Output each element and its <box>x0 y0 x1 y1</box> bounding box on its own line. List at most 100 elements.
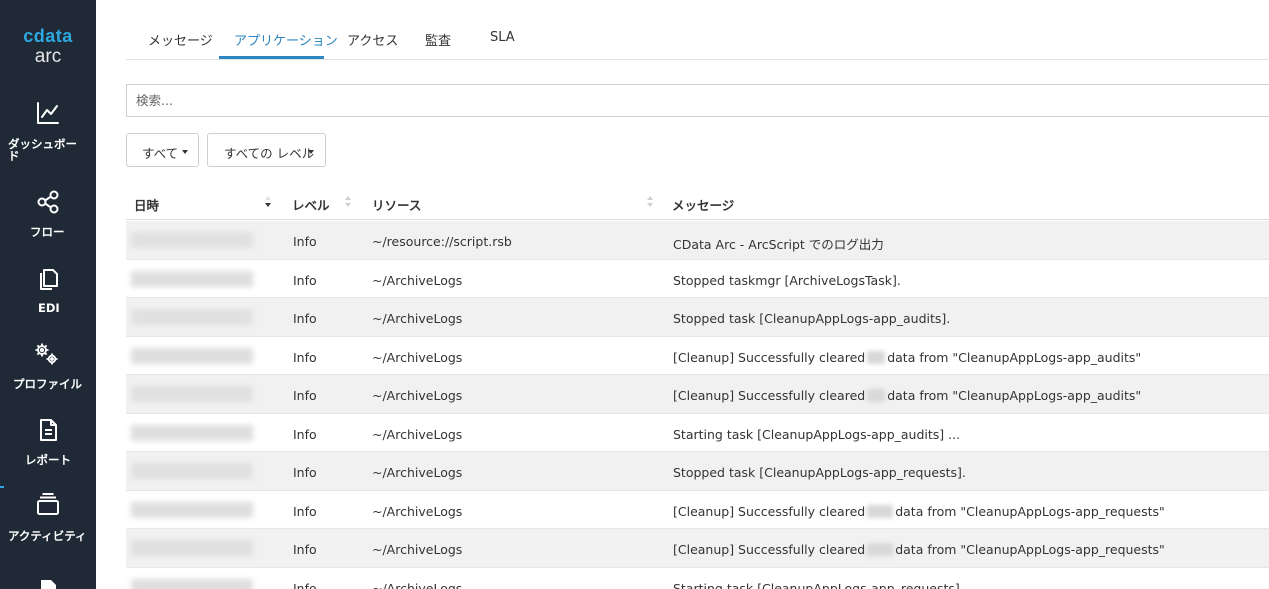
message-cell: [Cleanup] Successfully cleared data from … <box>673 350 1141 365</box>
message-cell: [Cleanup] Successfully cleared data from … <box>673 388 1141 403</box>
level-cell: Info <box>293 234 317 249</box>
sidebar-item-activity[interactable]: アクティビティ <box>0 488 96 564</box>
datetime-cell-redacted <box>131 386 253 402</box>
datetime-cell-redacted <box>131 540 253 556</box>
table-row[interactable]: Info ~/ArchiveLogs Starting task [CleanupA… <box>126 568 1269 589</box>
resource-cell: ~/ArchiveLogs <box>372 580 463 589</box>
sidebar-item-profile[interactable]: プロファイル <box>0 338 96 398</box>
level-cell: Info <box>293 426 317 442</box>
redacted-value <box>867 543 894 556</box>
table-row[interactable]: Info ~/resource://script.rsb CData Arc - A… <box>126 221 1269 260</box>
level-cell: Info <box>293 542 317 557</box>
resource-cell: ~/ArchiveLogs <box>372 388 463 403</box>
table-row[interactable]: Info ~/ArchiveLogs Stopped taskmgr [Archiv… <box>126 260 1269 298</box>
message-cell: Stopped taskmgr [ArchiveLogsTask]. <box>673 272 901 288</box>
active-tab-underline <box>219 56 324 59</box>
message-text-pre: [Cleanup] Successfully cleared <box>673 542 866 557</box>
gears-icon <box>33 341 59 367</box>
tab-bar: メッセージ アプリケーション アクセス 監査 SLA <box>126 0 1269 60</box>
sort-icon[interactable] <box>344 196 352 210</box>
file-text-icon <box>35 417 61 443</box>
message-cell: [Cleanup] Successfully cleared data from … <box>673 504 1165 519</box>
datetime-cell-redacted <box>131 578 253 589</box>
caret-down-icon <box>182 150 188 154</box>
table-row[interactable]: Info ~/ArchiveLogs [Cleanup] Successfully … <box>126 491 1269 529</box>
tab-messages[interactable]: メッセージ <box>148 30 213 49</box>
datetime-cell-redacted <box>131 424 253 441</box>
message-cell: Starting task [CleanupAppLogs-app_audits… <box>673 426 961 442</box>
sort-icon[interactable] <box>646 196 654 210</box>
datetime-cell-redacted <box>131 232 253 248</box>
message-text-pre: [Cleanup] Successfully cleared <box>673 349 866 365</box>
message-text-pre: [Cleanup] Successfully cleared <box>673 388 866 403</box>
sidebar-item-more[interactable] <box>0 578 96 589</box>
sidebar-item-label: フロー <box>30 225 65 239</box>
datetime-cell-redacted <box>131 347 253 364</box>
tab-application[interactable]: アプリケーション <box>234 30 338 49</box>
sidebar-item-flow[interactable]: フロー <box>0 186 96 246</box>
sidebar-item-label: ダッシュボード <box>8 137 77 163</box>
datetime-cell-redacted <box>131 270 253 287</box>
message-cell: Stopped task [CleanupAppLogs-app_audits]… <box>673 311 951 326</box>
brand-logo-text: cdata <box>23 26 73 46</box>
layers-stack-icon <box>35 491 61 517</box>
sort-desc-icon[interactable] <box>264 196 272 210</box>
sidebar-item-report[interactable]: レポート <box>0 414 96 474</box>
resource-cell: ~/ArchiveLogs <box>372 311 463 326</box>
level-filter-dropdown[interactable]: すべての レベル <box>207 133 326 167</box>
message-text-post: data from "CleanupAppLogs-app_audits" <box>887 388 1142 403</box>
column-header-datetime[interactable]: 日時 <box>134 195 159 214</box>
table-row[interactable]: Info ~/ArchiveLogs Starting task [CleanupA… <box>126 414 1269 452</box>
datetime-cell-redacted <box>131 309 253 325</box>
table-header: 日時 レベル リソース メッセージ <box>126 184 1269 220</box>
level-cell: Info <box>293 465 317 480</box>
share-nodes-icon <box>35 189 61 215</box>
datetime-cell-redacted <box>131 501 253 518</box>
message-text-pre: [Cleanup] Successfully cleared <box>673 503 866 519</box>
copy-documents-icon <box>35 265 61 291</box>
level-filter-label: すべての レベル <box>224 146 315 161</box>
sidebar-item-edi[interactable]: EDI <box>0 262 96 322</box>
resource-cell: ~/ArchiveLogs <box>372 426 463 442</box>
resource-cell: ~/resource://script.rsb <box>372 234 512 249</box>
app-logo[interactable]: cdata arc <box>0 26 96 67</box>
type-filter-label: すべて <box>142 146 179 161</box>
search-input[interactable] <box>126 84 1269 117</box>
sidebar-item-label: EDI <box>38 301 60 315</box>
sidebar: cdata arc ダッシュボード フロー EDI プロファイル レポート アク… <box>0 0 96 589</box>
tab-audit[interactable]: 監査 <box>425 30 451 49</box>
table-row[interactable]: Info ~/ArchiveLogs [Cleanup] Successfully … <box>126 337 1269 375</box>
redacted-value <box>867 389 886 402</box>
message-cell: Stopped task [CleanupAppLogs-app_request… <box>673 465 966 480</box>
message-text-post: data from "CleanupAppLogs-app_requests" <box>895 503 1165 519</box>
resource-cell: ~/ArchiveLogs <box>372 503 463 519</box>
datetime-cell-redacted <box>131 463 253 479</box>
table-row[interactable]: Info ~/ArchiveLogs Stopped task [CleanupAp… <box>126 298 1269 337</box>
type-filter-dropdown[interactable]: すべて <box>126 133 199 167</box>
level-cell: Info <box>293 272 317 288</box>
column-header-resource[interactable]: リソース <box>372 195 421 214</box>
sidebar-item-label: レポート <box>25 453 71 467</box>
tab-access[interactable]: アクセス <box>347 30 398 49</box>
resource-cell: ~/ArchiveLogs <box>372 272 463 288</box>
file-icon <box>35 580 61 589</box>
resource-cell: ~/ArchiveLogs <box>372 465 463 480</box>
level-cell: Info <box>293 503 317 519</box>
level-cell: Info <box>293 580 317 589</box>
table-row[interactable]: Info ~/ArchiveLogs [Cleanup] Successfully … <box>126 529 1269 568</box>
table-row[interactable]: Info ~/ArchiveLogs Stopped task [CleanupAp… <box>126 452 1269 491</box>
message-cell: CData Arc - ArcScript でのログ出力 <box>673 237 884 252</box>
redacted-value <box>867 504 894 518</box>
message-text-post: data from "CleanupAppLogs-app_audits" <box>887 349 1142 365</box>
message-text-post: data from "CleanupAppLogs-app_requests" <box>895 542 1165 557</box>
resource-cell: ~/ArchiveLogs <box>372 349 463 365</box>
sidebar-item-dashboard[interactable]: ダッシュボード <box>0 98 96 170</box>
level-cell: Info <box>293 388 317 403</box>
sidebar-item-label: アクティビティ <box>8 529 87 543</box>
chart-line-icon <box>35 100 61 126</box>
column-header-message[interactable]: メッセージ <box>672 195 734 214</box>
column-header-level[interactable]: レベル <box>292 195 330 214</box>
tab-sla[interactable]: SLA <box>490 30 515 45</box>
resource-cell: ~/ArchiveLogs <box>372 542 463 557</box>
table-row[interactable]: Info ~/ArchiveLogs [Cleanup] Successfully … <box>126 375 1269 414</box>
